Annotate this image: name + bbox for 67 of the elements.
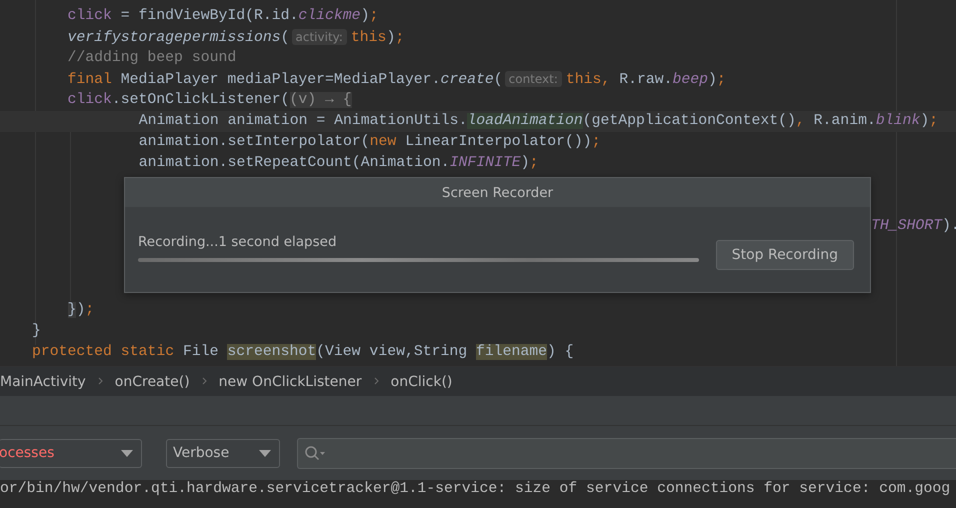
code-text: ) xyxy=(76,302,86,318)
code-constant: beep xyxy=(672,72,708,88)
code-text: } xyxy=(32,323,41,339)
code-text: ) xyxy=(360,8,370,24)
code-text: ) xyxy=(920,113,930,129)
log-level-dropdown[interactable]: Verbose xyxy=(166,438,280,468)
caret-icon xyxy=(121,450,133,456)
code-punctuation: ; xyxy=(929,113,938,129)
code-keyword: this xyxy=(350,30,386,46)
caret-icon xyxy=(259,450,271,456)
code-text: ( xyxy=(494,72,503,88)
code-text: Animation animation = AnimationUtils. xyxy=(138,113,468,129)
stop-recording-button[interactable]: Stop Recording xyxy=(716,240,854,270)
code-method: loadAnimation xyxy=(467,113,583,129)
code-keyword: protected static xyxy=(32,344,176,360)
code-constant: INFINITE xyxy=(450,155,521,171)
code-text: animation.setInterpolator( xyxy=(138,134,370,150)
code-method: create xyxy=(440,72,494,88)
code-text: ) xyxy=(386,30,396,46)
code-text: ( xyxy=(280,30,290,46)
code-text: animation.setRepeatCount(Animation. xyxy=(138,155,450,171)
code-text: File xyxy=(182,344,220,360)
code-keyword: final xyxy=(68,72,113,88)
search-icon xyxy=(304,445,326,461)
code-punctuation: ; xyxy=(716,72,726,88)
code-constant: clickme xyxy=(298,8,361,24)
breadcrumb-item[interactable]: new OnClickListener xyxy=(218,374,362,390)
code-text: ). xyxy=(942,218,956,234)
code-method: verifystoragepermissions xyxy=(68,30,281,46)
code-text: ) xyxy=(708,72,717,88)
code-field: click xyxy=(68,8,112,24)
code-text: LinearInterpolator()) xyxy=(405,134,592,150)
code-text: MediaPlayer mediaPlayer=MediaPlayer. xyxy=(120,72,440,88)
dialog-title: Screen Recorder xyxy=(442,184,554,200)
code-punctuation: ; xyxy=(369,8,378,24)
code-punctuation: ; xyxy=(592,134,601,150)
code-identifier: filename xyxy=(476,344,548,360)
code-identifier: screenshot xyxy=(227,344,316,360)
status-message: Recording...1 second elapsed xyxy=(138,234,338,250)
code-text: (View view,String xyxy=(316,344,468,360)
code-comment: //adding beep sound xyxy=(68,50,236,66)
code-constant: blink xyxy=(876,113,920,129)
search-field[interactable] xyxy=(297,438,956,468)
parameter-hint: context: xyxy=(504,71,562,87)
code-text: (getApplicationContext() xyxy=(582,113,796,129)
breadcrumb-item[interactable]: MainActivity xyxy=(0,374,86,390)
log-line: or/bin/hw/vendor.qti.hardware.servicetracker@1.1-service: size of service connections for service: com.goog xyxy=(0,480,952,498)
code-brace: } xyxy=(68,302,76,318)
code-keyword: new xyxy=(370,134,398,150)
code-text: R.anim. xyxy=(814,113,876,129)
code-text: ) xyxy=(520,155,530,171)
code-punctuation: ; xyxy=(395,30,404,46)
code-text: R.raw. xyxy=(619,72,672,88)
code-punctuation: ; xyxy=(85,302,94,318)
code-text: .setOnClickListener( xyxy=(112,92,290,108)
breadcrumb-item[interactable]: onClick() xyxy=(390,374,452,390)
code-constant: TH_SHORT xyxy=(871,218,942,234)
breadcrumb-item[interactable]: onCreate() xyxy=(114,374,190,390)
code-text: = findViewById(R.id. xyxy=(120,8,298,24)
code-punctuation: ; xyxy=(530,155,538,171)
code-punctuation: , xyxy=(796,113,806,129)
code-lambda: (v) → { xyxy=(290,92,352,108)
code-keyword: this, xyxy=(566,72,612,88)
code-text: ) { xyxy=(547,344,574,360)
process-dropdown[interactable]: ocesses xyxy=(0,438,142,468)
code-field: click xyxy=(68,92,112,108)
parameter-hint: activity: xyxy=(292,29,347,45)
